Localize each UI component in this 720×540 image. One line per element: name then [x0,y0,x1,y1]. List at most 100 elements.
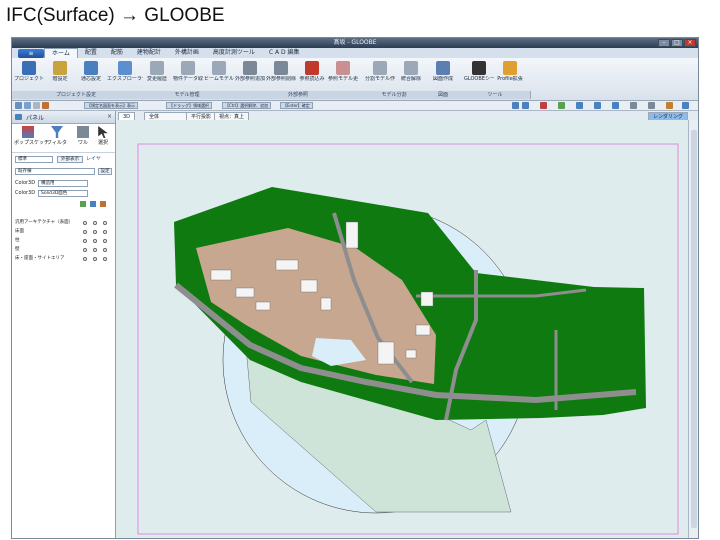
ribbon-button-merge[interactable]: 統合解除 [396,60,426,90]
layer-lock-toggle[interactable] [93,257,97,261]
layer-edit-toggle[interactable] [103,221,107,225]
quick-toolbar: 【規定名図面を表示】表示 【ドラッグ】領域選択 【Ctrl】選択解除、追加 【E… [12,101,698,111]
help-icon[interactable] [682,102,689,109]
layer-row[interactable]: 床・座面・サイトエリア [15,255,111,263]
zoom-in-icon[interactable] [594,102,601,109]
model-viewport[interactable] [116,120,688,538]
left-panel: パネル × ポップスケッチ フィルタ ワル 選択 標準 外部表示 レイヤ 既存棟… [12,111,116,538]
solid3d-label: Color3D [15,190,36,196]
layer-edit-toggle[interactable] [103,248,107,252]
vertical-scrollbar[interactable] [688,120,698,538]
ribbon-group-project: プロジェクト設定 [12,91,141,99]
arrow-icon[interactable] [15,102,22,109]
ribbon-group-external-ref: 外部参照 [234,91,363,99]
layer-lock-toggle[interactable] [93,230,97,234]
layer-row[interactable]: 壁 [15,246,111,254]
project-icon [22,61,36,75]
layer-edit-toggle[interactable] [103,257,107,261]
ribbon-button-split[interactable]: 分割モデル作成 [365,60,395,90]
ribbon-button-explorer[interactable]: エクスプローラー [107,60,143,90]
zoom-out-icon[interactable] [612,102,619,109]
layer-lock-toggle[interactable] [93,221,97,225]
close-button[interactable]: × [684,39,696,47]
layer-visible-toggle[interactable] [83,230,87,234]
hint-enter-confirm[interactable]: 【Enter】確定 [280,102,313,109]
tool-pop-sketch[interactable]: ポップスケッチ [14,126,49,146]
ribbon-button-ref-update[interactable]: 参照モデル更新 [328,60,358,90]
pointer-icon[interactable] [33,102,40,109]
pan-icon[interactable] [630,102,637,109]
ribbon-button-model[interactable]: ビームモデル更新 [204,60,234,90]
ref-load-icon [305,61,319,75]
scrollbar-thumb[interactable] [691,130,697,528]
layer-visible-toggle[interactable] [83,248,87,252]
building-i [420,291,434,307]
panel-tools: ポップスケッチ フィルタ ワル 選択 [12,124,115,153]
tool-wall[interactable]: ワル [74,126,92,146]
panel-close-button[interactable]: × [107,113,112,120]
ribbon-button-ref-delete[interactable]: 外部参照削除 [266,60,296,90]
minimize-button[interactable]: – [658,39,670,47]
ribbon-button-history[interactable]: 変更履歴 [142,60,172,90]
move-icon[interactable] [558,102,565,109]
cursor-icon [98,126,108,138]
view-settings-icon[interactable] [666,102,673,109]
tab-home[interactable]: ホーム [44,48,78,58]
layer-lock-toggle[interactable] [93,239,97,243]
external-display-button[interactable]: 外部表示 [57,156,83,163]
redo-icon[interactable] [522,102,529,109]
wall-icon [77,126,89,138]
search-field[interactable]: 既存棟 [15,168,95,175]
tab-height-tools[interactable]: 高度計測ツール [206,48,262,58]
layer-lock-toggle[interactable] [93,248,97,252]
hint-drag-select[interactable]: 【ドラッグ】領域選択 [166,102,212,109]
tool-filter[interactable]: フィルタ [46,126,68,146]
tab-layout[interactable]: 配置 [78,48,104,58]
color3d-select[interactable]: 構造用 [38,180,88,187]
layer-visible-toggle[interactable] [83,221,87,225]
ribbon-button-ref-add[interactable]: 外部参照追加 [235,60,265,90]
layer-visible-toggle[interactable] [83,257,87,261]
hint-ctrl-deselect[interactable]: 【Ctrl】選択解除、追加 [222,102,272,109]
layer-link[interactable]: レイヤ [86,155,101,163]
model-icon [212,61,226,75]
layer-edit-icon [100,201,106,207]
layer-row[interactable]: 柱 [15,237,111,245]
layer-visible-toggle[interactable] [83,239,87,243]
hint-show-default[interactable]: 【規定名図面を表示】表示 [84,102,138,109]
tool-select[interactable]: 選択 [94,126,112,146]
tab-building-plan[interactable]: 建物配計 [130,48,168,58]
delete-icon[interactable] [540,102,547,109]
ribbon-button-drawing[interactable]: 図面作成 [428,60,458,90]
fit-view-icon[interactable] [648,102,655,109]
building-c [255,301,271,311]
ribbon-group-model: モデル管理 [140,91,235,99]
ribbon-button-grid[interactable]: 通芯設定 [76,60,106,90]
undo-icon[interactable] [512,102,519,109]
layer-row[interactable]: 汎用アーキテクチャ（表面） [15,219,111,227]
app-menu-button[interactable]: ≡ [18,48,44,58]
ribbon-button-import[interactable]: 物件データ取込 [173,60,203,90]
layer-row[interactable]: 床面 [15,228,111,236]
layer-edit-toggle[interactable] [103,239,107,243]
rotate-icon[interactable] [576,102,583,109]
import-icon [181,61,195,75]
ribbon-button-project[interactable]: プロジェクト [14,60,44,90]
tab-rebar[interactable]: 配筋 [104,48,130,58]
tab-cad-edit[interactable]: C A D 編集 [262,48,307,58]
tab-exterior[interactable]: 外構計画 [168,48,206,58]
layer-lock-icon [90,201,96,207]
layer-edit-toggle[interactable] [103,230,107,234]
ribbon-button-ref-load[interactable]: 参照読込み [297,60,327,90]
maximize-button[interactable]: □ [671,39,683,47]
solid3d-select[interactable]: Solid3D面色 [38,190,88,197]
ribbon-button-floor[interactable]: 階設定 [45,60,75,90]
filter-combo[interactable]: 標準 [15,156,53,163]
ribbon-button-profile[interactable]: Profile拡張 [495,60,525,90]
window-select-icon[interactable] [42,102,49,109]
building-e [300,279,318,293]
ribbon-group-drawing: 図面 [426,91,461,99]
ribbon-button-sheet[interactable]: GLOOBEシート [464,60,494,90]
select-icon[interactable] [24,102,31,109]
search-settings-button[interactable]: 設定 [98,168,112,175]
